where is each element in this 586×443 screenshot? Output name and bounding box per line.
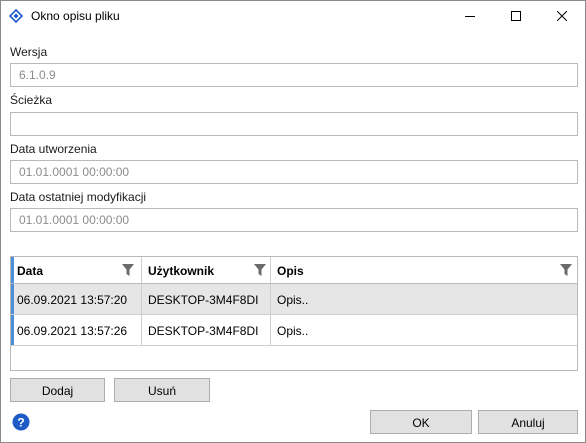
minimize-button[interactable] bbox=[447, 1, 493, 32]
svg-text:?: ? bbox=[17, 416, 24, 430]
path-field[interactable] bbox=[10, 112, 578, 136]
close-button[interactable] bbox=[539, 1, 585, 32]
user-cell-text: DESKTOP-3M4F8DI bbox=[148, 324, 259, 338]
window-title: Okno opisu pliku bbox=[31, 9, 120, 23]
table-row[interactable]: 06.09.2021 13:57:20 DESKTOP-3M4F8DI Opis… bbox=[11, 284, 577, 315]
description-grid[interactable]: Data Użytkownik Opis 06.09.2021 13:57:20… bbox=[10, 256, 578, 371]
description-cell-text: Opis.. bbox=[277, 293, 309, 307]
user-cell-text: DESKTOP-3M4F8DI bbox=[148, 293, 259, 307]
modified-date-label: Data ostatniej modyfikacji bbox=[10, 190, 147, 204]
created-date-field[interactable]: 01.01.0001 00:00:00 bbox=[10, 160, 578, 184]
maximize-button[interactable] bbox=[493, 1, 539, 32]
filter-icon[interactable] bbox=[254, 264, 266, 276]
grid-header: Data Użytkownik Opis bbox=[11, 257, 577, 284]
minimize-icon bbox=[465, 10, 475, 24]
title-bar[interactable]: Okno opisu pliku bbox=[1, 1, 585, 32]
column-header-label: Użytkownik bbox=[148, 264, 215, 278]
date-cell-text: 06.09.2021 13:57:20 bbox=[17, 293, 128, 307]
dialog-window: Okno opisu pliku Wersja 6.1.0.9 Ścieżka … bbox=[0, 0, 586, 443]
description-cell[interactable]: Opis.. bbox=[271, 284, 577, 314]
ok-button[interactable]: OK bbox=[370, 410, 472, 434]
cancel-button[interactable]: Anuluj bbox=[478, 410, 578, 434]
filter-icon[interactable] bbox=[560, 264, 572, 276]
modified-date-field[interactable]: 01.01.0001 00:00:00 bbox=[10, 208, 578, 232]
date-cell[interactable]: 06.09.2021 13:57:26 bbox=[11, 315, 142, 345]
path-label: Ścieżka bbox=[10, 93, 53, 107]
description-cell[interactable]: Opis.. bbox=[271, 315, 577, 345]
help-icon[interactable]: ? bbox=[12, 413, 30, 431]
table-row[interactable]: 06.09.2021 13:57:26 DESKTOP-3M4F8DI Opis… bbox=[11, 315, 577, 346]
description-cell-text: Opis.. bbox=[277, 324, 309, 338]
add-button[interactable]: Dodaj bbox=[10, 378, 105, 402]
created-date-label: Data utworzenia bbox=[10, 142, 97, 156]
column-header-label: Opis bbox=[277, 264, 304, 278]
version-label: Wersja bbox=[10, 45, 48, 59]
user-cell[interactable]: DESKTOP-3M4F8DI bbox=[142, 315, 271, 345]
date-cell-text: 06.09.2021 13:57:26 bbox=[17, 324, 128, 338]
column-header-user[interactable]: Użytkownik bbox=[142, 257, 271, 283]
column-header-date[interactable]: Data bbox=[11, 257, 142, 283]
close-icon bbox=[556, 10, 568, 24]
user-cell[interactable]: DESKTOP-3M4F8DI bbox=[142, 284, 271, 314]
filter-icon[interactable] bbox=[122, 264, 134, 276]
column-header-label: Data bbox=[17, 264, 44, 278]
remove-button[interactable]: Usuń bbox=[114, 378, 210, 402]
app-diamond-icon bbox=[8, 8, 24, 24]
version-field[interactable]: 6.1.0.9 bbox=[10, 63, 578, 87]
maximize-icon bbox=[511, 10, 521, 24]
date-cell[interactable]: 06.09.2021 13:57:20 bbox=[11, 284, 142, 314]
column-header-description[interactable]: Opis bbox=[271, 257, 577, 283]
